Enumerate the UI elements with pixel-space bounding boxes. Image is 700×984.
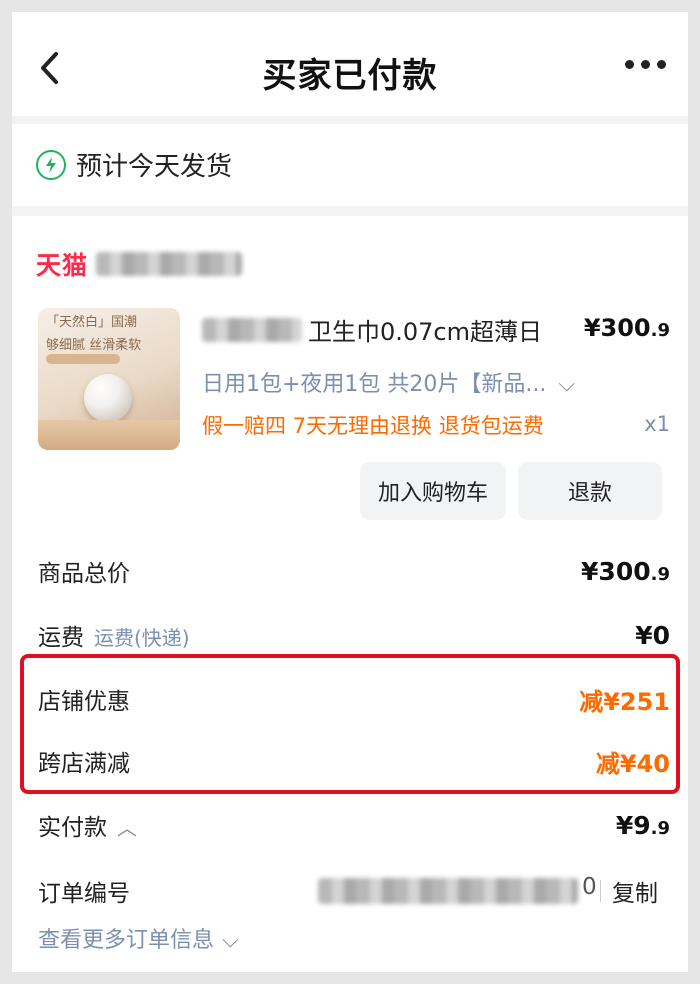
order-detail-screen: 买家已付款 预计今天发货 天猫 「天然白」国潮 够细腻 丝滑柔软 卫生巾0.07… — [12, 12, 688, 972]
goods-total-row: 商品总价 ¥300.9 — [38, 554, 670, 588]
chevron-up-icon: ︿ — [117, 816, 137, 840]
product-sku[interactable]: 日用1包+夜用1包 共20片【新品... ⌵ — [202, 366, 575, 398]
pearl-image — [84, 374, 132, 422]
goods-total-label: 商品总价 — [38, 561, 130, 587]
divider — [600, 880, 601, 902]
page-title: 买家已付款 — [262, 56, 438, 96]
refund-button[interactable]: 退款 — [518, 462, 662, 520]
shipping-fee-row: 运费 运费(快递) ¥0 — [38, 618, 670, 652]
thumb-pill — [46, 354, 120, 364]
product-name-text: 卫生巾0.07cm超薄日 — [308, 318, 543, 346]
lightning-icon — [36, 150, 66, 180]
order-card: 天猫 「天然白」国潮 够细腻 丝滑柔软 卫生巾0.07cm超薄日 ¥300.9 … — [12, 216, 688, 972]
shipping-text: 预计今天发货 — [76, 152, 233, 182]
more-button[interactable] — [625, 60, 666, 69]
add-to-cart-button[interactable]: 加入购物车 — [360, 462, 506, 520]
tmall-logo: 天猫 — [36, 251, 89, 280]
more-icon-dot — [641, 60, 650, 69]
chevron-down-icon: ⌵ — [558, 372, 576, 397]
thumb-text: 「天然白」国潮 — [46, 315, 138, 330]
order-number-tail: 0 — [582, 874, 597, 900]
shipping-fee-value: ¥0 — [635, 620, 670, 650]
more-order-info-link[interactable]: 查看更多订单信息 ⌵ — [38, 922, 239, 954]
product-quantity: x1 — [644, 412, 670, 436]
goods-total-value: ¥300.9 — [581, 556, 670, 586]
product-name[interactable]: 卫生巾0.07cm超薄日 — [202, 312, 542, 347]
shipping-estimate: 预计今天发货 — [12, 124, 688, 206]
amount-paid-label-group: 实付款 ︿ — [38, 815, 137, 841]
more-icon-dot — [657, 60, 666, 69]
more-icon-dot — [625, 60, 634, 69]
order-number-label: 订单编号 — [38, 881, 130, 907]
highlight-box — [20, 654, 680, 794]
thumb-text: 够细腻 丝滑柔软 — [46, 338, 142, 353]
shop-header[interactable]: 天猫 — [36, 246, 243, 282]
thumb-base — [38, 420, 180, 450]
shipping-method-link[interactable]: 运费(快递) — [94, 626, 190, 650]
copy-order-number-button[interactable]: 复制 — [612, 874, 658, 908]
product-name-redacted — [202, 317, 302, 342]
product-price: ¥300.9 — [583, 314, 670, 342]
navigation-bar: 买家已付款 — [12, 12, 688, 116]
chevron-down-icon: ⌵ — [222, 928, 239, 953]
product-thumbnail[interactable]: 「天然白」国潮 够细腻 丝滑柔软 — [38, 308, 180, 450]
shop-name-redacted — [96, 252, 243, 276]
amount-paid-row[interactable]: 实付款 ︿ ¥9.9 — [38, 808, 670, 842]
order-number-redacted — [318, 878, 578, 904]
shipping-fee-label-group: 运费 运费(快递) — [38, 625, 190, 651]
product-promo-tags: 假一赔四 7天无理由退换 退货包运费 — [202, 414, 544, 438]
amount-paid-value: ¥9.9 — [615, 810, 670, 840]
